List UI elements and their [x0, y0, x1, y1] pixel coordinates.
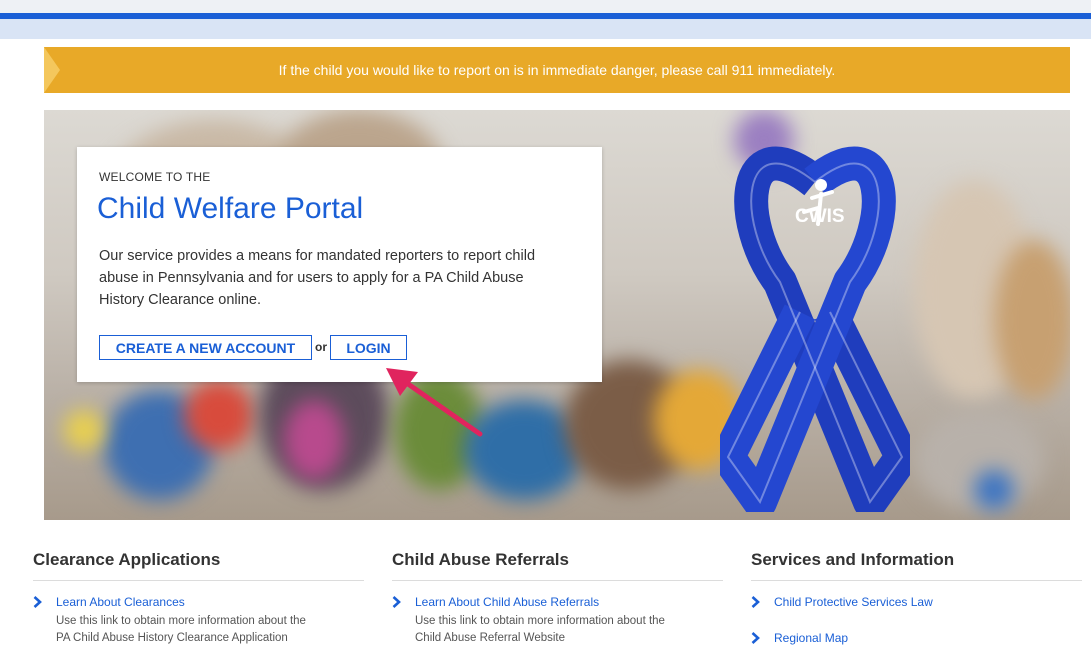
clearance-description: Use this link to obtain more information…: [56, 613, 364, 647]
alert-message: If the child you would like to report on…: [278, 62, 836, 78]
cwis-logo-text: CWIS: [795, 206, 845, 227]
top-strip: [0, 0, 1091, 13]
chevron-right-icon: [751, 596, 760, 608]
column-clearance-applications: Clearance Applications Learn About Clear…: [33, 550, 364, 647]
login-button[interactable]: LOGIN: [330, 335, 407, 360]
chevron-right-icon: [751, 632, 760, 644]
regional-map-link[interactable]: Regional Map: [774, 631, 848, 645]
emergency-alert-banner: If the child you would like to report on…: [44, 47, 1070, 93]
chevron-right-icon: [392, 596, 401, 608]
referrals-heading: Child Abuse Referrals: [392, 550, 723, 581]
referrals-description: Use this link to obtain more information…: [415, 613, 723, 647]
services-heading: Services and Information: [751, 550, 1082, 581]
learn-about-clearances-link[interactable]: Learn About Clearances: [56, 595, 185, 609]
sub-header-bar: [0, 19, 1091, 39]
learn-about-referrals-link[interactable]: Learn About Child Abuse Referrals: [415, 595, 599, 609]
awareness-ribbon-logo: CWIS: [720, 146, 910, 512]
column-services-information: Services and Information Child Protectiv…: [751, 550, 1082, 645]
referrals-desc-line1: Use this link to obtain more information…: [415, 615, 665, 627]
welcome-eyebrow: WELCOME TO THE: [99, 170, 211, 184]
alert-arrow-icon: [44, 47, 60, 93]
clearance-desc-line2: PA Child Abuse History Clearance Applica…: [56, 632, 288, 644]
clearance-heading: Clearance Applications: [33, 550, 364, 581]
column-child-abuse-referrals: Child Abuse Referrals Learn About Child …: [392, 550, 723, 647]
referrals-desc-line2: Child Abuse Referral Website: [415, 632, 565, 644]
welcome-description: Our service provides a means for mandate…: [99, 248, 536, 308]
page-title: Child Welfare Portal: [97, 192, 364, 225]
or-separator: or: [315, 340, 327, 354]
child-protective-services-law-link[interactable]: Child Protective Services Law: [774, 595, 933, 609]
create-account-button[interactable]: CREATE A NEW ACCOUNT: [99, 335, 312, 360]
welcome-card: WELCOME TO THE Child Welfare Portal Our …: [77, 147, 602, 382]
clearance-desc-line1: Use this link to obtain more information…: [56, 615, 306, 627]
chevron-right-icon: [33, 596, 42, 608]
pointer-arrow-icon: [386, 368, 483, 437]
